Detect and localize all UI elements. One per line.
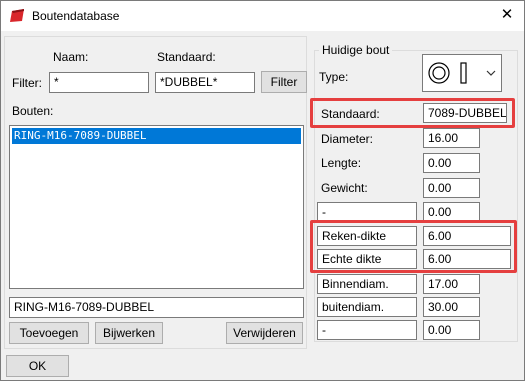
bolt-type-combo[interactable] xyxy=(422,54,502,92)
bolt-name-field[interactable]: RING-M16-7089-DUBBEL xyxy=(9,297,304,318)
close-button[interactable]: ✕ xyxy=(494,3,520,27)
bolts-label: Bouten: xyxy=(12,104,54,118)
name-filter-input[interactable]: * xyxy=(49,72,149,93)
calc-thickness-field[interactable]: 6.00 xyxy=(423,226,511,246)
inner-diameter-field[interactable]: 17.00 xyxy=(423,274,480,294)
custom-value-field-2[interactable]: 0.00 xyxy=(423,320,480,340)
current-bolt-title: Huidige bout xyxy=(319,43,393,57)
custom-label-field-2[interactable]: - xyxy=(317,320,417,340)
bolts-listbox[interactable]: RING-M16-7089-DUBBEL xyxy=(9,125,304,289)
close-icon: ✕ xyxy=(500,6,514,23)
filter-label: Filter: xyxy=(12,76,42,90)
washer-profile-icon xyxy=(428,62,467,84)
type-label: Type: xyxy=(319,70,349,84)
real-thickness-field[interactable]: 6.00 xyxy=(423,249,511,269)
bolt-database-dialog: Boutendatabase ✕ Naam: Standaard: Filter… xyxy=(0,0,525,381)
title-bar: Boutendatabase ✕ xyxy=(1,1,524,31)
diameter-label: Diameter: xyxy=(321,132,374,146)
calc-thickness-label-field[interactable]: Reken-dikte xyxy=(317,226,417,246)
real-thickness-label-field[interactable]: Echte dikte xyxy=(317,249,417,269)
custom-value-field-1[interactable]: 0.00 xyxy=(423,202,480,222)
custom-label-field-1[interactable]: - xyxy=(317,202,417,222)
length-field[interactable]: 0.00 xyxy=(423,153,480,173)
standard-column-label: Standaard: xyxy=(157,50,216,64)
length-label: Lengte: xyxy=(321,156,362,170)
update-button[interactable]: Bijwerken xyxy=(95,322,163,344)
weight-label: Gewicht: xyxy=(321,181,368,195)
outer-diameter-label-field[interactable]: buitendiam. xyxy=(317,297,417,317)
list-item[interactable]: RING-M16-7089-DUBBEL xyxy=(12,128,301,144)
weight-field[interactable]: 0.00 xyxy=(423,178,480,198)
diameter-field[interactable]: 16.00 xyxy=(423,128,480,148)
chevron-down-icon[interactable] xyxy=(486,70,496,76)
name-column-label: Naam: xyxy=(53,50,89,64)
delete-button[interactable]: Verwijderen xyxy=(226,322,303,344)
standard-label: Standaard: xyxy=(321,107,380,121)
ok-button[interactable]: OK xyxy=(6,355,69,377)
standard-field[interactable]: 7089-DUBBEL xyxy=(423,103,507,123)
app-icon xyxy=(10,9,24,22)
standard-filter-input[interactable]: *DUBBEL* xyxy=(155,72,255,93)
window-title: Boutendatabase xyxy=(32,9,120,23)
inner-diameter-label-field[interactable]: Binnendiam. xyxy=(317,274,417,294)
add-button[interactable]: Toevoegen xyxy=(9,322,89,344)
outer-diameter-field[interactable]: 30.00 xyxy=(423,297,480,317)
filter-button[interactable]: Filter xyxy=(261,71,307,93)
